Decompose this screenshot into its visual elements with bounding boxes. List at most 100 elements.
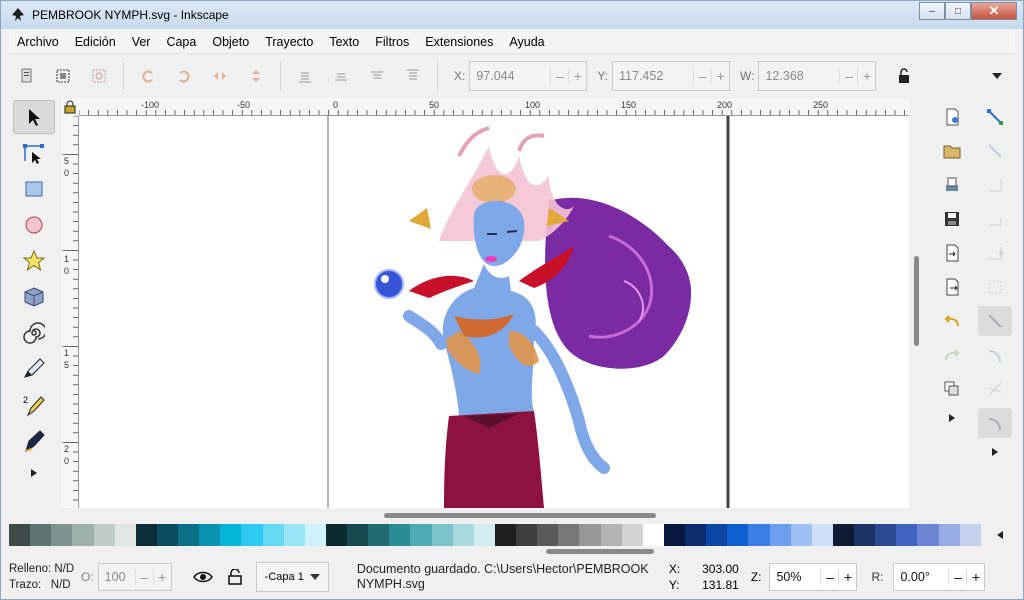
- palette-swatch[interactable]: [410, 524, 432, 546]
- palette-swatch[interactable]: [896, 524, 918, 546]
- palette-scroll-left[interactable]: [985, 524, 1015, 546]
- palette-swatch[interactable]: [30, 524, 52, 546]
- redo-button[interactable]: [935, 340, 969, 370]
- palette-swatch[interactable]: [72, 524, 94, 546]
- palette-swatch[interactable]: [811, 524, 833, 546]
- palette-swatch[interactable]: [241, 524, 263, 546]
- menu-trayecto[interactable]: Trayecto: [257, 35, 321, 49]
- palette-swatch[interactable]: [135, 524, 157, 546]
- palette-swatch[interactable]: [368, 524, 390, 546]
- menu-capa[interactable]: Capa: [158, 35, 204, 49]
- snap-toggle-button[interactable]: [978, 102, 1012, 132]
- lower-to-bottom-icon[interactable]: [291, 62, 319, 90]
- palette-swatch[interactable]: [875, 524, 897, 546]
- new-document-button[interactable]: [935, 102, 969, 132]
- x-increment-button[interactable]: +: [568, 68, 586, 84]
- ruler-lock-corner[interactable]: [61, 98, 79, 116]
- close-button[interactable]: ✕: [971, 2, 1017, 20]
- x-decrement-button[interactable]: –: [550, 68, 568, 84]
- palette-swatch[interactable]: [199, 524, 221, 546]
- palette-swatch[interactable]: [748, 524, 770, 546]
- palette-swatch[interactable]: [537, 524, 559, 546]
- y-input[interactable]: 117.452 – +: [612, 61, 731, 91]
- palette-swatch[interactable]: [389, 524, 411, 546]
- y-decrement-button[interactable]: –: [693, 68, 711, 84]
- palette-swatch[interactable]: [685, 524, 707, 546]
- fill-stroke-indicator[interactable]: Relleno: N/D Trazo: N/D: [9, 561, 81, 593]
- raise-to-top-icon[interactable]: [399, 62, 427, 90]
- w-value[interactable]: 12.368: [759, 69, 839, 83]
- star-tool[interactable]: [13, 244, 55, 278]
- vertical-scrollbar[interactable]: [909, 116, 925, 508]
- palette-swatch[interactable]: [156, 524, 178, 546]
- menu-objeto[interactable]: Objeto: [204, 35, 257, 49]
- 3d-box-tool[interactable]: [13, 280, 55, 314]
- rotate-ccw-icon[interactable]: [134, 62, 162, 90]
- rotate-decrement-button[interactable]: –: [948, 569, 966, 585]
- snap-expand[interactable]: [978, 442, 1012, 462]
- menu-filtros[interactable]: Filtros: [367, 35, 417, 49]
- rotate-increment-button[interactable]: +: [966, 569, 984, 585]
- w-input[interactable]: 12.368 – +: [758, 61, 877, 91]
- maximize-button[interactable]: □: [945, 2, 971, 20]
- palette-scroll-thumb[interactable]: [546, 549, 654, 554]
- y-value[interactable]: 117.452: [613, 69, 693, 83]
- open-button[interactable]: [935, 136, 969, 166]
- layer-lock-toggle[interactable]: [220, 562, 250, 592]
- palette-swatch[interactable]: [938, 524, 960, 546]
- snap-intersections-button[interactable]: [978, 374, 1012, 404]
- palette-swatch[interactable]: [51, 524, 73, 546]
- palette-swatch[interactable]: [579, 524, 601, 546]
- import-button[interactable]: [935, 238, 969, 268]
- palette-swatch[interactable]: [220, 524, 242, 546]
- commands-expand[interactable]: [935, 408, 969, 428]
- rotation-value[interactable]: 0.00°: [894, 570, 948, 584]
- x-input[interactable]: 97.044 – +: [469, 61, 588, 91]
- snap-midpoints-button[interactable]: [978, 238, 1012, 268]
- menu-edicion[interactable]: Edición: [67, 35, 124, 49]
- palette-swatch[interactable]: [473, 524, 495, 546]
- ellipse-tool[interactable]: [13, 208, 55, 242]
- palette-swatch[interactable]: [790, 524, 812, 546]
- flip-horizontal-icon[interactable]: [206, 62, 234, 90]
- w-increment-button[interactable]: +: [857, 68, 875, 84]
- calligraphy-tool[interactable]: [13, 424, 55, 458]
- palette-swatch[interactable]: [769, 524, 791, 546]
- palette-swatch[interactable]: [325, 524, 347, 546]
- menu-texto[interactable]: Texto: [321, 35, 367, 49]
- layer-dropdown[interactable]: -Capa 1: [255, 562, 329, 592]
- palette-swatch[interactable]: [727, 524, 749, 546]
- spiral-tool[interactable]: [13, 316, 55, 350]
- rotate-cw-icon[interactable]: [170, 62, 198, 90]
- node-tool[interactable]: [13, 136, 55, 170]
- toolbox-expand[interactable]: [13, 460, 55, 486]
- rotation-input[interactable]: 0.00° – +: [893, 563, 986, 591]
- save-button[interactable]: [935, 204, 969, 234]
- palette-swatch[interactable]: [114, 524, 136, 546]
- opacity-increment-button[interactable]: +: [152, 569, 171, 585]
- palette-swatch[interactable]: [9, 524, 31, 546]
- raise-icon[interactable]: [363, 62, 391, 90]
- palette-swatch[interactable]: [431, 524, 453, 546]
- vertical-scroll-thumb[interactable]: [914, 256, 919, 346]
- duplicate-button[interactable]: [935, 374, 969, 404]
- palette-swatch[interactable]: [642, 524, 664, 546]
- palette-swatch[interactable]: [621, 524, 643, 546]
- pencil-tool[interactable]: [13, 352, 55, 386]
- menu-ayuda[interactable]: Ayuda: [501, 35, 552, 49]
- opacity-decrement-button[interactable]: –: [134, 569, 153, 585]
- snap-nodes-button[interactable]: [978, 306, 1012, 336]
- snap-bbox-button[interactable]: [978, 136, 1012, 166]
- rectangle-tool[interactable]: [13, 172, 55, 206]
- opacity-input[interactable]: 100 – +: [97, 563, 172, 591]
- w-decrement-button[interactable]: –: [839, 68, 857, 84]
- palette-swatch[interactable]: [262, 524, 284, 546]
- snap-centers-button[interactable]: [978, 272, 1012, 302]
- menu-archivo[interactable]: Archivo: [9, 35, 67, 49]
- horizontal-scroll-thumb[interactable]: [384, 513, 656, 518]
- palette-swatch[interactable]: [283, 524, 305, 546]
- palette-swatch[interactable]: [917, 524, 939, 546]
- export-button[interactable]: [935, 272, 969, 302]
- pen-tool[interactable]: 2: [13, 388, 55, 422]
- lower-icon[interactable]: [327, 62, 355, 90]
